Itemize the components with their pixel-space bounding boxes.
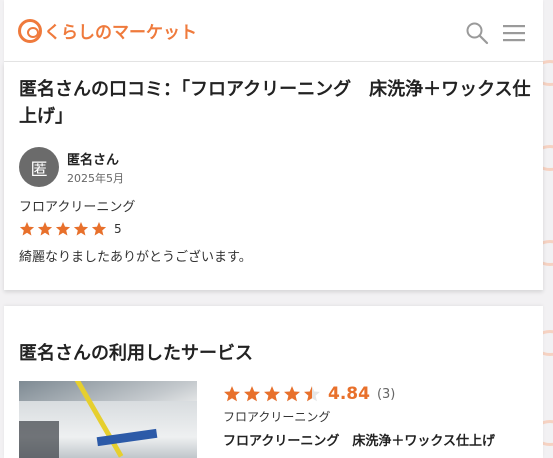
review-rating: 5 xyxy=(19,221,122,237)
review-stars xyxy=(19,221,109,237)
star-icon xyxy=(19,222,35,236)
service-category: フロアクリーニング xyxy=(223,410,331,424)
used-service-section-title: 匿名さんの利用したサービス xyxy=(19,343,253,364)
hamburger-menu-icon[interactable] xyxy=(502,22,526,44)
review-service-name: フロアクリーニング xyxy=(19,200,136,215)
star-icon xyxy=(73,222,89,236)
review-card: 匿名さんの口コミ：「フロアクリーニング 床洗浄＋ワックス仕上げ」 匿 匿名さん … xyxy=(4,62,543,290)
review-title: 匿名さんの口コミ：「フロアクリーニング 床洗浄＋ワックス仕上げ」 xyxy=(19,79,531,127)
thumbnail-shadow xyxy=(19,421,59,458)
service-name-link[interactable]: フロアクリーニング 床洗浄＋ワックス仕上げ xyxy=(223,430,495,449)
service-stars xyxy=(223,385,323,403)
review-rating-value: 5 xyxy=(114,222,122,236)
star-icon xyxy=(284,386,300,402)
star-icon xyxy=(91,222,107,236)
star-icon xyxy=(264,386,280,402)
logo-text: くらしのマーケット xyxy=(44,23,197,43)
site-header: くらしのマーケット xyxy=(4,0,543,62)
service-thumbnail[interactable] xyxy=(19,381,197,458)
service-rating: 4.84 (3) xyxy=(223,384,395,404)
service-score: 4.84 xyxy=(328,384,370,404)
review-date: 2025年5月 xyxy=(67,172,124,185)
star-icon xyxy=(304,386,320,402)
review-comment: 綺麗なりましたありがとうございます。 xyxy=(19,250,252,265)
star-icon xyxy=(244,386,260,402)
star-icon xyxy=(55,222,71,236)
logo-mark-icon xyxy=(18,18,42,43)
service-review-count[interactable]: (3) xyxy=(377,387,395,402)
site-logo[interactable]: くらしのマーケット xyxy=(18,18,197,43)
avatar: 匿 xyxy=(19,147,59,187)
star-icon xyxy=(224,386,240,402)
page: くらしのマーケット 匿名さんの口コミ：「フロアクリーニング 床洗浄＋ワックス仕上… xyxy=(4,0,543,458)
used-service-card: 匿名さんの利用したサービス 4.84 (3) フロアクリーニング フロアクリーニ… xyxy=(4,306,543,458)
star-icon xyxy=(37,222,53,236)
review-author: 匿名さん xyxy=(67,153,120,168)
search-icon[interactable] xyxy=(465,21,489,45)
